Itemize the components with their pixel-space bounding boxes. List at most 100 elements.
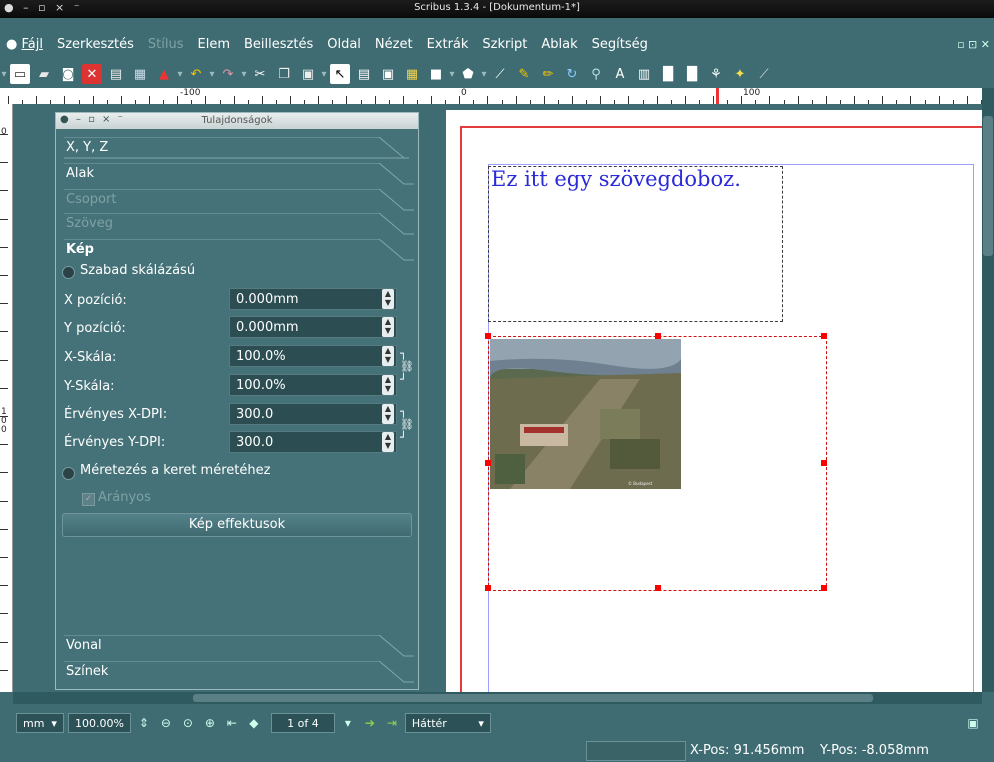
open-icon[interactable]: ▰ — [34, 64, 54, 84]
section-shape[interactable]: Alak — [64, 163, 414, 185]
resize-handle[interactable] — [485, 460, 491, 466]
undo-icon[interactable]: ↶ — [186, 64, 206, 84]
paste-icon[interactable]: ▣ — [298, 64, 318, 84]
menu-help[interactable]: Segítség — [592, 37, 648, 52]
x-scale-input[interactable]: 100.0% — [229, 345, 397, 367]
menu-view[interactable]: Nézet — [375, 37, 413, 52]
section-image[interactable]: Kép — [64, 239, 414, 261]
properties-title-bar[interactable]: ● – ▫ × ⁻ Tulajdonságok — [56, 113, 418, 129]
x-scale-stepper[interactable]: ▲ ▼ — [382, 346, 394, 366]
polygon-icon[interactable]: ⬟ — [458, 64, 478, 84]
close-icon[interactable]: ✕ — [82, 64, 102, 84]
zoom-stepper-icon[interactable]: ⇕ — [135, 714, 153, 732]
select-icon[interactable]: ↖ — [330, 64, 350, 84]
copy-properties-icon[interactable]: ⚘ — [706, 64, 726, 84]
freehand-icon[interactable]: ✏ — [538, 64, 558, 84]
y-dpi-input[interactable]: 300.0 — [229, 431, 397, 453]
line-icon[interactable]: ⟋ — [490, 64, 510, 84]
edit-text-icon[interactable]: A — [610, 64, 630, 84]
pdf-export-icon[interactable]: ▲ — [154, 64, 174, 84]
menu-insert[interactable]: Beillesztés — [244, 37, 313, 52]
redo-dropdown-icon[interactable]: ▾ — [240, 64, 248, 84]
previous-page-icon[interactable]: ◆ — [245, 714, 263, 732]
eyedropper-icon[interactable]: ⟋ — [754, 64, 774, 84]
y-position-stepper[interactable]: ▲ ▼ — [382, 317, 394, 337]
unit-select[interactable]: mm ▾ — [16, 713, 64, 733]
x-dpi-stepper[interactable]: ▲ ▼ — [382, 404, 394, 424]
image-frame[interactable]: © Budapest — [485, 333, 827, 591]
table-icon[interactable]: ▦ — [402, 64, 422, 84]
zoom-out-icon[interactable]: ⊖ — [157, 714, 175, 732]
text-frame-icon[interactable]: ▤ — [354, 64, 374, 84]
y-dpi-stepper[interactable]: ▲ ▼ — [382, 432, 394, 452]
menu-script[interactable]: Szkript — [482, 37, 527, 52]
undo-dropdown-icon[interactable]: ▾ — [208, 64, 216, 84]
resize-handle[interactable] — [821, 585, 827, 591]
unlink-frames-icon[interactable]: █ — [658, 64, 678, 84]
x-position-stepper[interactable]: ▲ ▼ — [382, 289, 394, 309]
rotate-icon[interactable]: ↻ — [562, 64, 582, 84]
x-dpi-input[interactable]: 300.0 — [229, 403, 397, 425]
bezier-icon[interactable]: ✎ — [514, 64, 534, 84]
redo-icon[interactable]: ↷ — [218, 64, 238, 84]
resize-handle[interactable] — [485, 333, 491, 339]
horizontal-scrollbar[interactable] — [13, 692, 982, 704]
preflight-icon[interactable]: ▦ — [130, 64, 150, 84]
image-effects-button[interactable]: Kép effektusok — [62, 513, 412, 537]
zoom-icon[interactable]: ⚲ — [586, 64, 606, 84]
section-xyz[interactable]: X, Y, Z — [64, 137, 414, 159]
document-page[interactable]: Ez itt egy szövegdoboz. © Budapest — [446, 110, 982, 692]
dpi-link-chain-icon[interactable]: ┐ ⛓ ┘ — [400, 405, 414, 453]
magic-wand-icon[interactable]: ✦ — [730, 64, 750, 84]
image-frame-icon[interactable]: ▣ — [378, 64, 398, 84]
menu-edit[interactable]: Szerkesztés — [57, 37, 134, 52]
next-page-icon[interactable]: ➔ — [361, 714, 379, 732]
vertical-scrollbar[interactable] — [982, 88, 994, 692]
save-icon[interactable]: ◙ — [58, 64, 78, 84]
shape-icon[interactable]: ■ — [426, 64, 446, 84]
scrollbar-thumb[interactable] — [983, 116, 993, 256]
scale-link-chain-icon[interactable]: ┐ ⛓ ┘ — [400, 347, 414, 395]
cut-icon[interactable]: ✂ — [250, 64, 270, 84]
section-colors[interactable]: Színek — [64, 661, 414, 683]
page-dropdown-icon[interactable]: ▾ — [339, 714, 357, 732]
menu-page[interactable]: Oldal — [327, 37, 361, 52]
y-scale-input[interactable]: 100.0% — [229, 374, 397, 396]
menu-windows[interactable]: Ablak — [541, 37, 577, 52]
section-line[interactable]: Vonal — [64, 635, 414, 657]
resize-handle[interactable] — [655, 585, 661, 591]
free-scaling-radio[interactable] — [62, 266, 75, 279]
scale-to-frame-radio[interactable] — [62, 467, 75, 480]
zoom-100-icon[interactable]: ⊙ — [179, 714, 197, 732]
zoom-input[interactable]: 100.00% — [67, 713, 131, 733]
new-document-icon[interactable]: ▭ — [10, 64, 30, 84]
shape-dropdown-icon[interactable]: ▾ — [448, 64, 456, 84]
scrollbar-thumb[interactable] — [193, 694, 873, 702]
page-select[interactable]: 1 of 4 — [270, 713, 335, 733]
mdi-window-controls[interactable]: ▫ ⊡ ✕ — [957, 38, 990, 51]
copy-icon[interactable]: ❐ — [274, 64, 294, 84]
menu-extras[interactable]: Extrák — [427, 37, 469, 52]
polygon-dropdown-icon[interactable]: ▾ — [480, 64, 488, 84]
menu-item[interactable]: Elem — [198, 37, 231, 52]
horizontal-ruler[interactable]: -100 0 100 — [0, 88, 982, 105]
resize-handle[interactable] — [821, 333, 827, 339]
layer-select[interactable]: Háttér ▾ — [404, 713, 491, 733]
menu-file[interactable]: ● Fájl — [6, 37, 43, 52]
vertical-ruler[interactable]: 0 1 0 0 — [0, 104, 13, 692]
print-icon[interactable]: ▤ — [106, 64, 126, 84]
text-frame-content[interactable]: Ez itt egy szövegdoboz. — [491, 167, 741, 191]
link-frames-icon[interactable]: ▥ — [634, 64, 654, 84]
x-position-input[interactable]: 0.000mm — [229, 288, 397, 310]
measure-icon[interactable]: █ — [682, 64, 702, 84]
last-page-icon[interactable]: ⇥ — [383, 714, 401, 732]
resize-handle[interactable] — [485, 585, 491, 591]
preview-mode-icon[interactable]: ▣ — [964, 714, 982, 732]
zoom-in-icon[interactable]: ⊕ — [201, 714, 219, 732]
y-position-input[interactable]: 0.000mm — [229, 316, 397, 338]
first-page-icon[interactable]: ⇤ — [223, 714, 241, 732]
resize-handle[interactable] — [655, 333, 661, 339]
text-frame[interactable]: Ez itt egy szövegdoboz. — [488, 166, 783, 322]
y-scale-stepper[interactable]: ▲ ▼ — [382, 375, 394, 395]
resize-handle[interactable] — [821, 460, 827, 466]
